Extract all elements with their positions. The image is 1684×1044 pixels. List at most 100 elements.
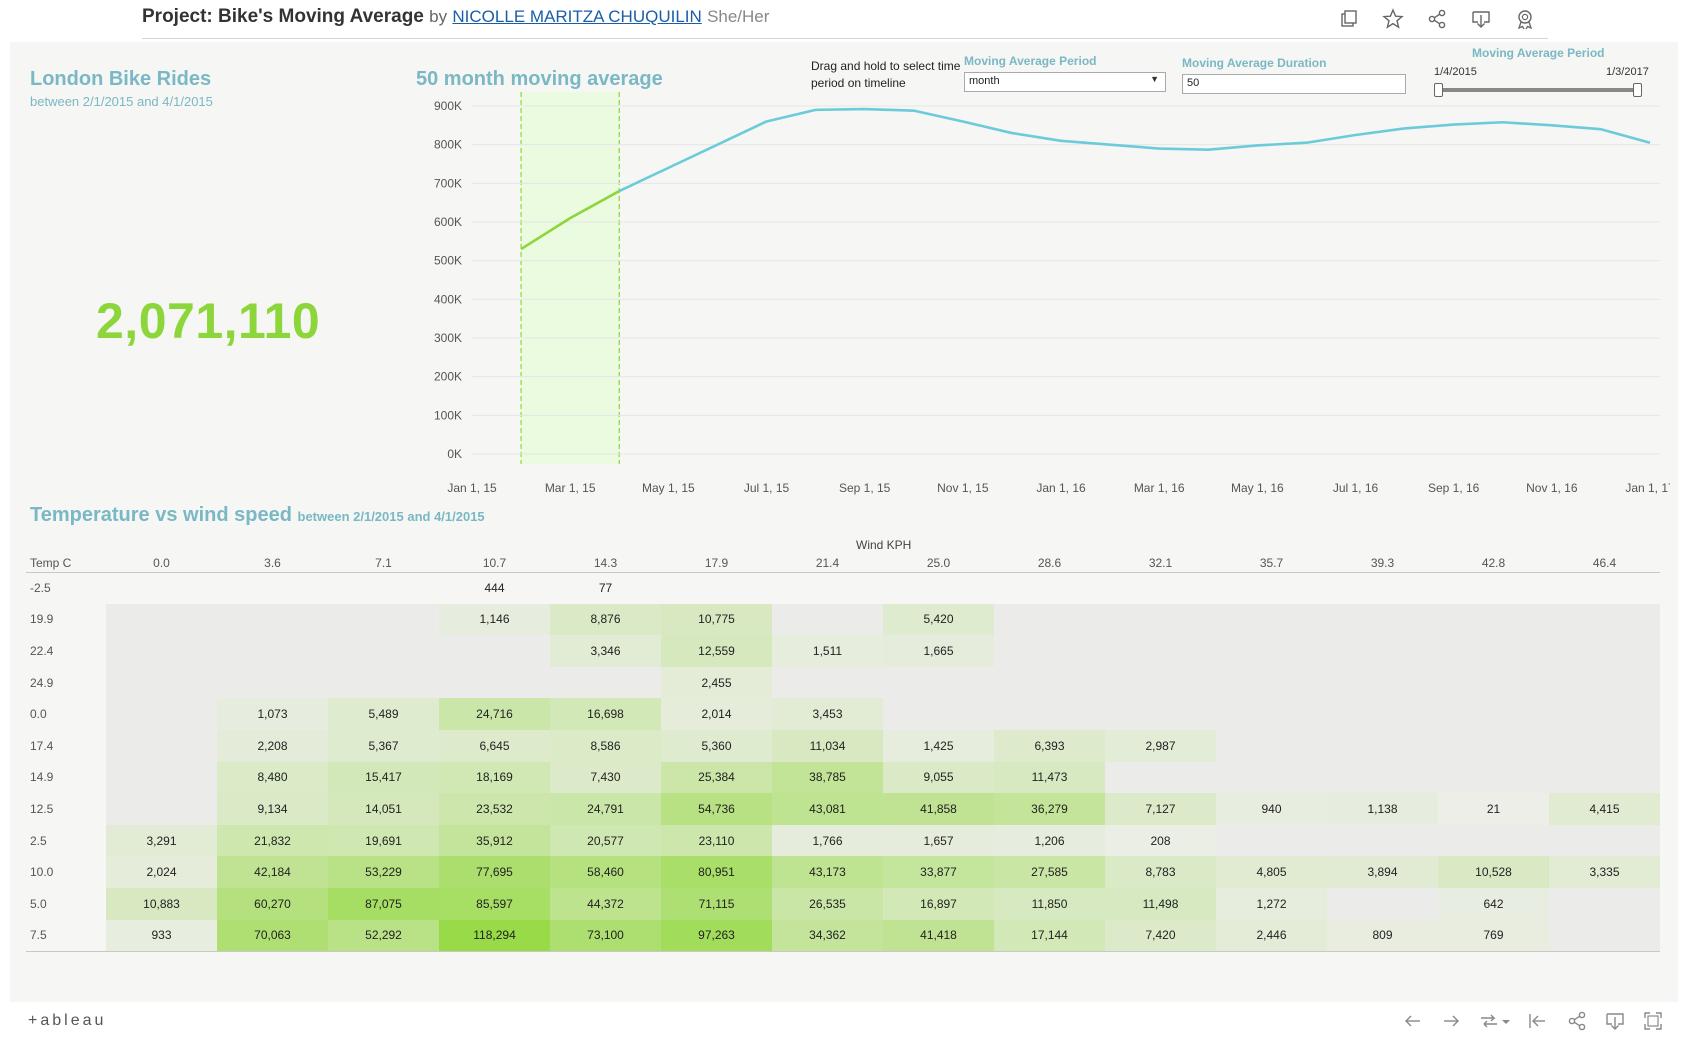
heatmap-cell[interactable] [328,666,439,699]
heatmap-cell[interactable]: 10,528 [1438,856,1549,888]
heatmap-cell[interactable] [217,603,328,636]
heatmap-cell[interactable]: 940 [1216,793,1327,825]
heatmap-cell[interactable]: 5,367 [328,729,439,762]
heatmap-cell[interactable] [217,635,328,667]
heatmap-cell[interactable] [106,729,217,762]
heatmap-cell[interactable]: 11,473 [994,761,1105,794]
moving-average-line-chart[interactable]: 0K 100K 200K 300K 400K 500K 600K 700K 800K 900K Ja… [410,86,1670,496]
heatmap-cell[interactable] [994,603,1105,636]
heatmap-cell[interactable]: 11,498 [1105,887,1216,920]
heatmap-cell[interactable]: 1,073 [217,698,328,730]
heatmap-cell[interactable] [772,572,883,604]
badge-icon[interactable] [1514,8,1536,30]
heatmap-cell[interactable] [1216,572,1327,604]
heatmap-cell[interactable] [994,572,1105,604]
heatmap-cell[interactable]: 12,559 [661,635,772,667]
heatmap-cell[interactable]: 87,075 [328,887,439,920]
tableau-logo[interactable]: +ableau [28,1012,106,1030]
heatmap-cell[interactable] [883,666,994,699]
heatmap-cell[interactable] [1216,635,1327,667]
heatmap-cell[interactable] [772,603,883,636]
heatmap-cell[interactable]: 8,876 [550,603,661,636]
heatmap-cell[interactable] [1327,603,1438,636]
heatmap-cell[interactable] [1327,887,1438,920]
heatmap-cell[interactable]: 10,775 [661,603,772,636]
heatmap-cell[interactable] [1549,729,1660,762]
heatmap-cell[interactable] [1216,761,1327,794]
heatmap-cell[interactable]: 5,489 [328,698,439,730]
heatmap-cell[interactable] [1216,603,1327,636]
heatmap-cell[interactable]: 21,832 [217,824,328,857]
heatmap-cell[interactable]: 41,418 [883,919,994,952]
heatmap-cell[interactable]: 3,335 [1549,856,1660,888]
heatmap-cell[interactable]: 34,362 [772,919,883,952]
heatmap-cell[interactable] [439,666,550,699]
heatmap-cell[interactable] [1549,698,1660,730]
heatmap-cell[interactable]: 8,783 [1105,856,1216,888]
heatmap-cell[interactable] [1216,824,1327,857]
download-icon[interactable] [1604,1010,1626,1032]
heatmap-cell[interactable]: 41,858 [883,793,994,825]
heatmap-cell[interactable] [994,666,1105,699]
heatmap-cell[interactable]: 208 [1105,824,1216,857]
heatmap-cell[interactable]: 23,110 [661,824,772,857]
heatmap-cell[interactable] [1327,698,1438,730]
heatmap-cell[interactable] [106,761,217,794]
heatmap-cell[interactable] [1438,666,1549,699]
heatmap-cell[interactable]: 44,372 [550,887,661,920]
heatmap-cell[interactable] [106,698,217,730]
heatmap-cell[interactable]: 933 [106,919,217,952]
heatmap-cell[interactable]: 35,912 [439,824,550,857]
heatmap-cell[interactable]: 77 [550,572,661,604]
heatmap-cell[interactable]: 80,951 [661,856,772,888]
heatmap-cell[interactable]: 3,453 [772,698,883,730]
selected-period-band[interactable] [521,92,620,464]
heatmap-cell[interactable]: 1,511 [772,635,883,667]
heatmap-cell[interactable]: 15,417 [328,761,439,794]
heatmap-cell[interactable]: 2,208 [217,729,328,762]
heatmap-cell[interactable] [1327,761,1438,794]
heatmap-cell[interactable] [1327,635,1438,667]
heatmap-cell[interactable] [1549,887,1660,920]
heatmap-cell[interactable] [439,635,550,667]
share-icon[interactable] [1426,8,1448,30]
heatmap-cell[interactable] [1549,919,1660,952]
heatmap-cell[interactable] [1216,666,1327,699]
heatmap-cell[interactable]: 769 [1438,919,1549,952]
heatmap-cell[interactable]: 77,695 [439,856,550,888]
heatmap-cell[interactable]: 642 [1438,887,1549,920]
heatmap-cell[interactable]: 809 [1327,919,1438,952]
heatmap-cell[interactable] [1105,603,1216,636]
heatmap-cell[interactable]: 60,270 [217,887,328,920]
undo-icon[interactable] [1402,1010,1424,1032]
heatmap-cell[interactable] [1438,761,1549,794]
heatmap-cell[interactable] [217,572,328,604]
heatmap-cell[interactable]: 33,877 [883,856,994,888]
heatmap-cell[interactable] [994,698,1105,730]
heatmap-cell[interactable]: 9,134 [217,793,328,825]
heatmap-cell[interactable] [772,666,883,699]
heatmap-cell[interactable]: 52,292 [328,919,439,952]
heatmap-cell[interactable]: 118,294 [439,919,550,952]
revert-icon[interactable] [1478,1010,1500,1032]
heatmap-cell[interactable]: 1,272 [1216,887,1327,920]
heatmap-cell[interactable] [1549,603,1660,636]
heatmap-cell[interactable]: 14,051 [328,793,439,825]
heatmap-cell[interactable]: 8,480 [217,761,328,794]
heatmap-cell[interactable]: 2,455 [661,666,772,699]
heatmap-cell[interactable]: 1,146 [439,603,550,636]
heatmap-cell[interactable] [106,572,217,604]
heatmap-cell[interactable]: 1,138 [1327,793,1438,825]
heatmap-cell[interactable] [1438,698,1549,730]
heatmap-cell[interactable]: 42,184 [217,856,328,888]
heatmap-cell[interactable]: 85,597 [439,887,550,920]
heatmap-cell[interactable]: 2,987 [1105,729,1216,762]
heatmap-cell[interactable] [217,666,328,699]
download-icon[interactable] [1470,8,1492,30]
heatmap-cell[interactable]: 58,460 [550,856,661,888]
heatmap-cell[interactable]: 1,206 [994,824,1105,857]
heatmap-cell[interactable]: 54,736 [661,793,772,825]
heatmap-cell[interactable]: 21 [1438,793,1549,825]
heatmap-cell[interactable]: 444 [439,572,550,604]
heatmap-cell[interactable] [328,572,439,604]
